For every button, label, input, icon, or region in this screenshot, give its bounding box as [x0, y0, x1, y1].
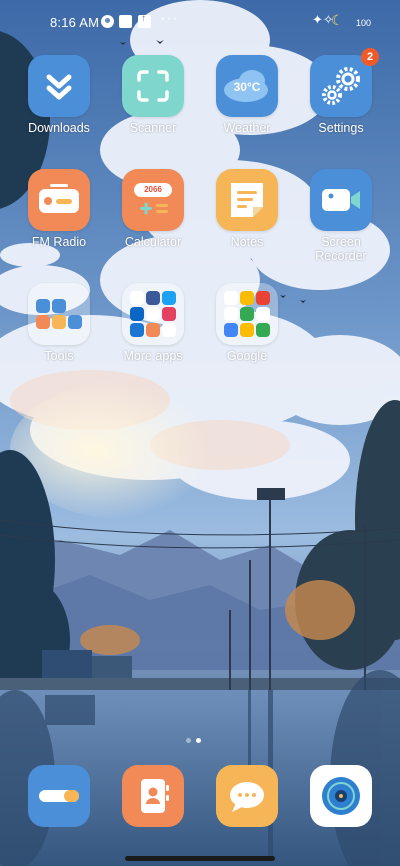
app-screen-recorder[interactable]: Screen Recorder	[295, 169, 387, 263]
notes-icon	[216, 169, 278, 231]
app-label: Settings	[318, 121, 364, 135]
dock-messaging-app[interactable]	[216, 765, 278, 827]
folder-label: Google	[226, 349, 268, 363]
folder-google[interactable]: Google	[201, 283, 293, 363]
screen-recorder-icon	[310, 169, 372, 231]
page-indicator	[186, 730, 206, 748]
folder-icon	[122, 283, 184, 345]
app-label: Screen Recorder	[315, 235, 367, 263]
status-bar: 8:16 AM ··· ✦✧ ☾ 100	[0, 0, 400, 44]
scanner-icon	[122, 55, 184, 117]
dock-camera-app[interactable]	[310, 765, 372, 827]
app-label: Weather	[223, 121, 271, 135]
battery-level: 100	[356, 18, 372, 28]
calculator-icon: 2066	[122, 169, 184, 231]
weather-icon: 30°C	[216, 55, 278, 117]
folder-more-apps[interactable]: More apps	[107, 283, 199, 363]
more-notifications-icon: ···	[160, 10, 179, 27]
app-label: Notes	[230, 235, 264, 249]
camera-icon	[322, 777, 360, 815]
folder-label: More apps	[123, 349, 183, 363]
folder-icon	[28, 283, 90, 345]
calculator-display: 2066	[144, 185, 162, 194]
app-downloads[interactable]: Downloads	[13, 55, 105, 135]
folder-tools[interactable]: Tools	[13, 283, 105, 363]
notification-badge: 2	[361, 48, 379, 66]
app-label: FM Radio	[31, 235, 87, 249]
app-scanner[interactable]: Scanner	[107, 55, 199, 135]
toggle-icon	[39, 790, 79, 802]
moon-icon: ☾	[331, 12, 344, 28]
app-weather[interactable]: 30°C Weather	[201, 55, 293, 135]
weather-temperature: 30°C	[233, 80, 261, 94]
app-calculator[interactable]: 2066 Calculator	[107, 169, 199, 249]
app-label: Downloads	[28, 121, 90, 135]
vpn-status-icon	[101, 15, 114, 28]
page-dot-active	[196, 738, 201, 743]
folder-label: Tools	[44, 349, 74, 363]
app-notes[interactable]: Notes	[201, 169, 293, 249]
app-label: Scanner	[129, 121, 177, 135]
message-icon	[230, 782, 264, 812]
home-indicator[interactable]	[125, 856, 275, 861]
page-dot	[186, 738, 191, 743]
gallery-notification-icon	[119, 15, 132, 28]
dock-phone-app[interactable]	[28, 765, 90, 827]
status-time: 8:16 AM	[50, 15, 100, 30]
downloads-icon	[28, 55, 90, 117]
contacts-icon	[141, 779, 169, 813]
app-settings[interactable]: 2 Settings	[295, 48, 387, 135]
app-fm-radio[interactable]: FM Radio	[13, 169, 105, 249]
settings-icon	[310, 55, 372, 117]
fm-radio-icon	[28, 169, 90, 231]
app-label: Calculator	[124, 235, 182, 249]
upload-notification-icon	[138, 13, 151, 28]
dock-contacts-app[interactable]	[122, 765, 184, 827]
folder-icon	[216, 283, 278, 345]
